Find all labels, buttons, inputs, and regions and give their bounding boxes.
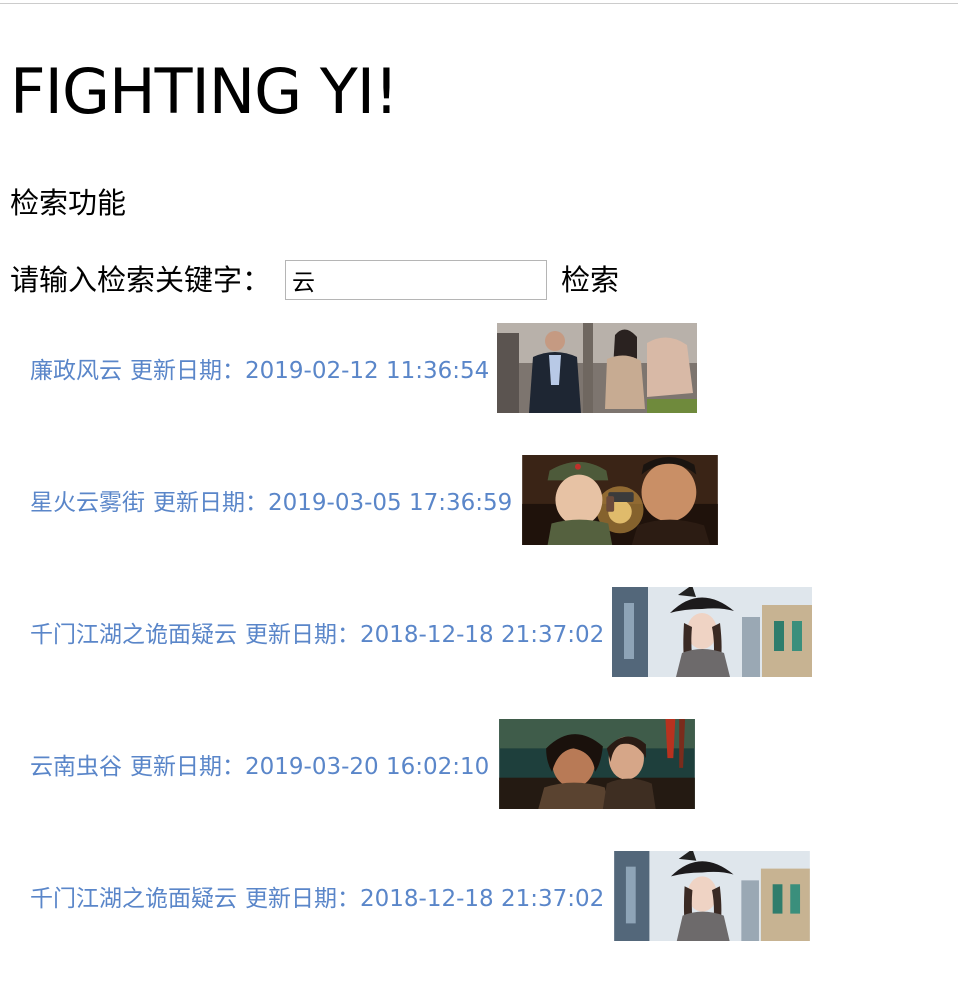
section-title: 检索功能 <box>10 186 127 220</box>
result-date: 更新日期：2018-12-18 21:37:02 <box>245 886 605 912</box>
result-link[interactable]: 星火云雾街 更新日期：2019-03-05 17:36:59 <box>30 483 512 517</box>
result-title: 云南虫谷 <box>30 754 122 780</box>
result-thumbnail[interactable] <box>497 323 698 413</box>
result-thumbnail[interactable] <box>520 455 720 545</box>
list-item: 星火云雾街 更新日期：2019-03-05 17:36:59 <box>30 454 812 546</box>
search-button[interactable]: 检索 <box>561 260 619 300</box>
result-title: 千门江湖之诡面疑云 <box>30 886 237 912</box>
result-thumbnail[interactable] <box>497 719 697 809</box>
list-item: 千门江湖之诡面疑云 更新日期：2018-12-18 21:37:02 <box>30 586 813 678</box>
result-thumbnail[interactable] <box>612 587 813 677</box>
top-divider <box>0 3 958 4</box>
page-title: FIGHTING YI! <box>10 55 399 128</box>
result-link[interactable]: 廉政风云 更新日期：2019-02-12 11:36:54 <box>30 351 489 385</box>
result-title: 廉政风云 <box>30 358 122 384</box>
search-form: 请输入检索关键字： 检索 <box>10 258 619 302</box>
page: FIGHTING YI! 检索功能 请输入检索关键字： 检索 廉政风云更新日期：… <box>0 0 958 1006</box>
result-date: 更新日期：2019-03-05 17:36:59 <box>153 490 513 516</box>
results-list: 廉政风云 更新日期：2019-02-12 11:36:54 星火云雾街 更新日期… <box>30 322 813 982</box>
result-date: 更新日期：2019-03-20 16:02:10 <box>130 754 490 780</box>
result-link[interactable]: 云南虫谷 更新日期：2019-03-20 16:02:10 <box>30 747 489 781</box>
result-link[interactable]: 千门江湖之诡面疑云 更新日期：2018-12-18 21:37:02 <box>30 615 604 649</box>
list-item: 千门江湖之诡面疑云 更新日期：2018-12-18 21:37:02 <box>30 850 812 942</box>
result-date: 更新日期：2019-02-12 11:36:54 <box>130 358 490 384</box>
result-title: 千门江湖之诡面疑云 <box>30 622 237 648</box>
result-thumbnail[interactable] <box>612 851 812 941</box>
search-input[interactable] <box>285 260 548 300</box>
list-item: 云南虫谷 更新日期：2019-03-20 16:02:10 <box>30 718 812 810</box>
result-date: 更新日期：2018-12-18 21:37:02 <box>245 622 605 648</box>
result-title: 星火云雾街 <box>30 490 145 516</box>
result-link[interactable]: 千门江湖之诡面疑云 更新日期：2018-12-18 21:37:02 <box>30 879 604 913</box>
search-label: 请输入检索关键字： <box>10 263 272 297</box>
list-item: 廉政风云 更新日期：2019-02-12 11:36:54 <box>30 322 812 414</box>
